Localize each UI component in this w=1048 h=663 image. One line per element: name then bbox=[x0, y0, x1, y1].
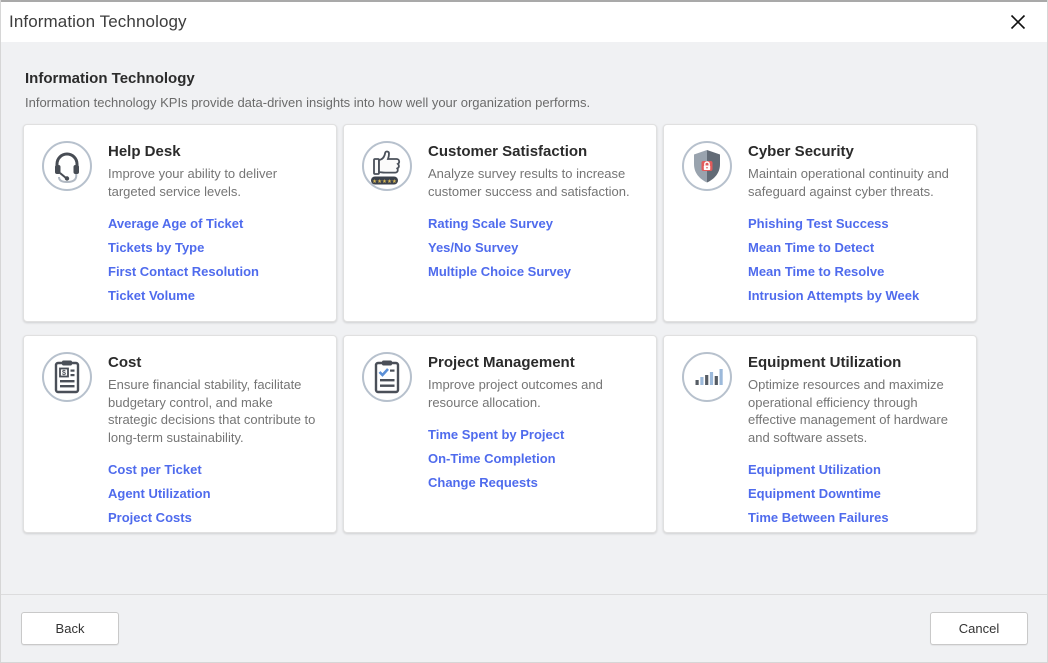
shield-lock-icon bbox=[682, 141, 732, 191]
kpi-link-average-age-of-ticket[interactable]: Average Age of Ticket bbox=[108, 216, 322, 231]
card-description: Analyze survey results to increase custo… bbox=[428, 165, 642, 200]
kpi-link-mean-time-to-detect[interactable]: Mean Time to Detect bbox=[748, 240, 962, 255]
card-help-desk: Help Desk Improve your ability to delive… bbox=[23, 124, 337, 322]
card-title: Cyber Security bbox=[748, 141, 962, 160]
card-description: Improve project outcomes and resource al… bbox=[428, 376, 642, 411]
card-customer-satisfaction: ★★★★★ Customer Satisfaction Analyze surv… bbox=[343, 124, 657, 322]
kpi-link-intrusion-attempts-by-week[interactable]: Intrusion Attempts by Week bbox=[748, 288, 962, 303]
kpi-cards-grid: Help Desk Improve your ability to delive… bbox=[23, 124, 1025, 533]
card-links: Time Spent by Project On-Time Completion… bbox=[428, 427, 642, 490]
card-title: Customer Satisfaction bbox=[428, 141, 642, 160]
svg-text:$: $ bbox=[62, 370, 66, 377]
card-equipment-utilization: Equipment Utilization Optimize resources… bbox=[663, 335, 977, 533]
card-project-management: Project Management Improve project outco… bbox=[343, 335, 657, 533]
kpi-link-equipment-downtime[interactable]: Equipment Downtime bbox=[748, 486, 962, 501]
card-description: Ensure financial stability, facilitate b… bbox=[108, 376, 322, 446]
card-links: Average Age of Ticket Tickets by Type Fi… bbox=[108, 216, 322, 303]
card-description: Optimize resources and maximize operatio… bbox=[748, 376, 962, 446]
card-links: Cost per Ticket Agent Utilization Projec… bbox=[108, 462, 322, 525]
card-title: Help Desk bbox=[108, 141, 322, 160]
svg-text:★★★★★: ★★★★★ bbox=[372, 178, 397, 185]
thumbs-up-rating-icon: ★★★★★ bbox=[362, 141, 412, 191]
dialog-body: Information Technology Information techn… bbox=[1, 42, 1047, 594]
information-technology-dialog: Information Technology Information Techn… bbox=[0, 0, 1048, 663]
card-description: Improve your ability to deliver targeted… bbox=[108, 165, 322, 200]
cancel-button[interactable]: Cancel bbox=[930, 612, 1028, 645]
kpi-link-rating-scale-survey[interactable]: Rating Scale Survey bbox=[428, 216, 642, 231]
card-links: Equipment Utilization Equipment Downtime… bbox=[748, 462, 962, 525]
dialog-footer: Back Cancel bbox=[1, 594, 1047, 662]
kpi-link-first-contact-resolution[interactable]: First Contact Resolution bbox=[108, 264, 322, 279]
kpi-link-tickets-by-type[interactable]: Tickets by Type bbox=[108, 240, 322, 255]
clipboard-dollar-icon: $ bbox=[42, 352, 92, 402]
card-links: Rating Scale Survey Yes/No Survey Multip… bbox=[428, 216, 642, 279]
card-cyber-security: Cyber Security Maintain operational cont… bbox=[663, 124, 977, 322]
close-button[interactable] bbox=[1005, 9, 1031, 35]
kpi-link-ticket-volume[interactable]: Ticket Volume bbox=[108, 288, 322, 303]
clipboard-check-icon bbox=[362, 352, 412, 402]
bar-chart-icon bbox=[682, 352, 732, 402]
kpi-link-equipment-utilization[interactable]: Equipment Utilization bbox=[748, 462, 962, 477]
kpi-link-cost-per-ticket[interactable]: Cost per Ticket bbox=[108, 462, 322, 477]
dialog-title: Information Technology bbox=[9, 12, 187, 32]
headset-icon bbox=[42, 141, 92, 191]
dialog-titlebar: Information Technology bbox=[1, 0, 1047, 42]
card-cost: $ Cost Ensure financial stability, facil… bbox=[23, 335, 337, 533]
kpi-link-on-time-completion[interactable]: On-Time Completion bbox=[428, 451, 642, 466]
section-heading: Information Technology bbox=[23, 70, 1025, 87]
kpi-link-change-requests[interactable]: Change Requests bbox=[428, 475, 642, 490]
card-links: Phishing Test Success Mean Time to Detec… bbox=[748, 216, 962, 303]
kpi-link-agent-utilization[interactable]: Agent Utilization bbox=[108, 486, 322, 501]
section-subtitle: Information technology KPIs provide data… bbox=[23, 95, 1025, 110]
kpi-link-time-spent-by-project[interactable]: Time Spent by Project bbox=[428, 427, 642, 442]
kpi-link-yes-no-survey[interactable]: Yes/No Survey bbox=[428, 240, 642, 255]
kpi-link-time-between-failures[interactable]: Time Between Failures bbox=[748, 510, 962, 525]
card-title: Project Management bbox=[428, 352, 642, 371]
close-icon bbox=[1010, 14, 1026, 30]
kpi-link-project-costs[interactable]: Project Costs bbox=[108, 510, 322, 525]
kpi-link-phishing-test-success[interactable]: Phishing Test Success bbox=[748, 216, 962, 231]
kpi-link-mean-time-to-resolve[interactable]: Mean Time to Resolve bbox=[748, 264, 962, 279]
kpi-link-multiple-choice-survey[interactable]: Multiple Choice Survey bbox=[428, 264, 642, 279]
card-description: Maintain operational continuity and safe… bbox=[748, 165, 962, 200]
card-title: Cost bbox=[108, 352, 322, 371]
back-button[interactable]: Back bbox=[21, 612, 119, 645]
card-title: Equipment Utilization bbox=[748, 352, 962, 371]
